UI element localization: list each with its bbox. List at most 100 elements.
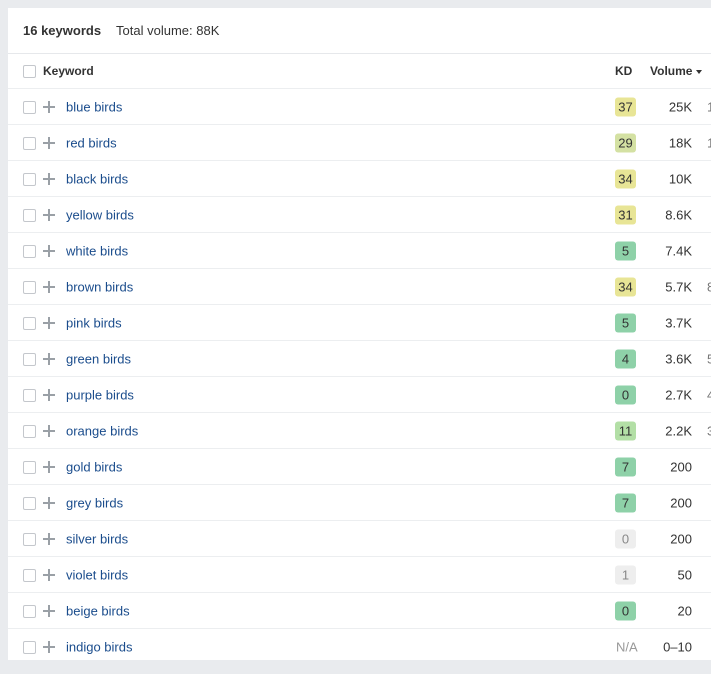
keyword-link[interactable]: black birds bbox=[66, 171, 128, 186]
volume-value: 3.6K bbox=[665, 351, 692, 366]
plus-icon[interactable] bbox=[43, 316, 55, 329]
row-checkbox[interactable] bbox=[23, 316, 36, 330]
volume-value: 2.2K bbox=[665, 423, 692, 438]
row-checkbox[interactable] bbox=[23, 100, 36, 114]
plus-icon[interactable] bbox=[43, 352, 55, 365]
keyword-link[interactable]: beige birds bbox=[66, 603, 130, 618]
kd-badge: 34 bbox=[615, 169, 636, 188]
keyword-link[interactable]: silver birds bbox=[66, 531, 128, 546]
volume-value: 25K bbox=[668, 99, 692, 114]
row-checkbox[interactable] bbox=[23, 280, 36, 294]
kd-badge: 31 bbox=[615, 205, 636, 224]
kd-badge: 0 bbox=[615, 529, 636, 548]
keyword-link[interactable]: blue birds bbox=[66, 99, 122, 114]
table-row: pink birds 5 3.7K bbox=[8, 305, 711, 341]
plus-icon[interactable] bbox=[43, 460, 55, 473]
row-checkbox[interactable] bbox=[23, 568, 36, 582]
keyword-link[interactable]: red birds bbox=[66, 135, 117, 150]
volume-value: 200 bbox=[670, 531, 692, 546]
row-checkbox[interactable] bbox=[23, 244, 36, 258]
row-checkbox[interactable] bbox=[23, 208, 36, 222]
plus-icon[interactable] bbox=[43, 136, 55, 149]
select-all-checkbox[interactable] bbox=[23, 65, 36, 78]
kd-badge: 0 bbox=[615, 385, 636, 404]
plus-icon[interactable] bbox=[43, 244, 55, 257]
plus-icon[interactable] bbox=[43, 424, 55, 437]
next-column-value: 1 bbox=[707, 135, 711, 150]
table-row: yellow birds 31 8.6K bbox=[8, 197, 711, 233]
keyword-link[interactable]: orange birds bbox=[66, 423, 138, 438]
table-row: white birds 5 7.4K bbox=[8, 233, 711, 269]
column-header-keyword[interactable]: Keyword bbox=[43, 64, 94, 78]
row-checkbox[interactable] bbox=[23, 604, 36, 618]
keyword-link[interactable]: yellow birds bbox=[66, 207, 134, 222]
table-header: Keyword KD Volume bbox=[8, 54, 711, 89]
plus-icon[interactable] bbox=[43, 496, 55, 509]
row-checkbox[interactable] bbox=[23, 424, 36, 438]
next-column-value: 4 bbox=[707, 387, 711, 402]
next-column-value: 5 bbox=[707, 351, 711, 366]
volume-value: 3.7K bbox=[665, 315, 692, 330]
table-row: black birds 34 10K bbox=[8, 161, 711, 197]
plus-icon[interactable] bbox=[43, 568, 55, 581]
plus-icon[interactable] bbox=[43, 532, 55, 545]
keyword-link[interactable]: green birds bbox=[66, 351, 131, 366]
keyword-link[interactable]: indigo birds bbox=[66, 639, 133, 654]
kd-badge: 0 bbox=[615, 601, 636, 620]
volume-value: 18K bbox=[668, 135, 692, 150]
plus-icon[interactable] bbox=[43, 172, 55, 185]
table-row: purple birds 0 2.7K 4 bbox=[8, 377, 711, 413]
table-row: green birds 4 3.6K 5 bbox=[8, 341, 711, 377]
column-header-kd[interactable]: KD bbox=[615, 64, 632, 78]
plus-icon[interactable] bbox=[43, 208, 55, 221]
table-row: indigo birds N/A 0–10 bbox=[8, 629, 711, 660]
plus-icon[interactable] bbox=[43, 280, 55, 293]
keyword-link[interactable]: gold birds bbox=[66, 459, 122, 474]
keyword-link[interactable]: white birds bbox=[66, 243, 128, 258]
row-checkbox[interactable] bbox=[23, 640, 36, 654]
table-row: brown birds 34 5.7K 8 bbox=[8, 269, 711, 305]
volume-value: 200 bbox=[670, 459, 692, 474]
table-body: blue birds 37 25K 1 red birds 29 18K 1 black bir… bbox=[8, 89, 711, 660]
table-row: grey birds 7 200 bbox=[8, 485, 711, 521]
volume-value: 50 bbox=[677, 567, 692, 582]
volume-value: 20 bbox=[677, 603, 692, 618]
row-checkbox[interactable] bbox=[23, 496, 36, 510]
plus-icon[interactable] bbox=[43, 640, 55, 653]
kd-badge: 4 bbox=[615, 349, 636, 368]
kd-badge: 7 bbox=[615, 493, 636, 512]
keywords-panel: 16 keywords Total volume: 88K Keyword KD… bbox=[8, 8, 711, 660]
next-column-value: 3 bbox=[707, 423, 711, 438]
plus-icon[interactable] bbox=[43, 100, 55, 113]
plus-icon[interactable] bbox=[43, 388, 55, 401]
column-header-volume[interactable]: Volume bbox=[650, 64, 703, 78]
caret-down-icon bbox=[696, 69, 703, 74]
keyword-link[interactable]: purple birds bbox=[66, 387, 134, 402]
row-checkbox[interactable] bbox=[23, 532, 36, 546]
plus-icon[interactable] bbox=[43, 604, 55, 617]
next-column-value: 8 bbox=[707, 279, 711, 294]
kd-badge: 7 bbox=[615, 457, 636, 476]
keyword-link[interactable]: violet birds bbox=[66, 567, 128, 582]
keyword-link[interactable]: pink birds bbox=[66, 315, 122, 330]
row-checkbox[interactable] bbox=[23, 136, 36, 150]
row-checkbox[interactable] bbox=[23, 172, 36, 186]
table-row: violet birds 1 50 bbox=[8, 557, 711, 593]
volume-value: 7.4K bbox=[665, 243, 692, 258]
keyword-link[interactable]: grey birds bbox=[66, 495, 123, 510]
row-checkbox[interactable] bbox=[23, 352, 36, 366]
summary-bar: 16 keywords Total volume: 88K bbox=[8, 8, 711, 54]
volume-value: 2.7K bbox=[665, 387, 692, 402]
total-volume: Total volume: 88K bbox=[116, 23, 220, 38]
table-row: silver birds 0 200 bbox=[8, 521, 711, 557]
volume-value: 200 bbox=[670, 495, 692, 510]
keyword-link[interactable]: brown birds bbox=[66, 279, 133, 294]
volume-value: 10K bbox=[668, 171, 692, 186]
kd-badge: 34 bbox=[615, 277, 636, 296]
table-row: beige birds 0 20 bbox=[8, 593, 711, 629]
kd-badge: 1 bbox=[615, 565, 636, 584]
row-checkbox[interactable] bbox=[23, 460, 36, 474]
row-checkbox[interactable] bbox=[23, 388, 36, 402]
kd-badge: 37 bbox=[615, 97, 636, 116]
kd-badge: 5 bbox=[615, 241, 636, 260]
